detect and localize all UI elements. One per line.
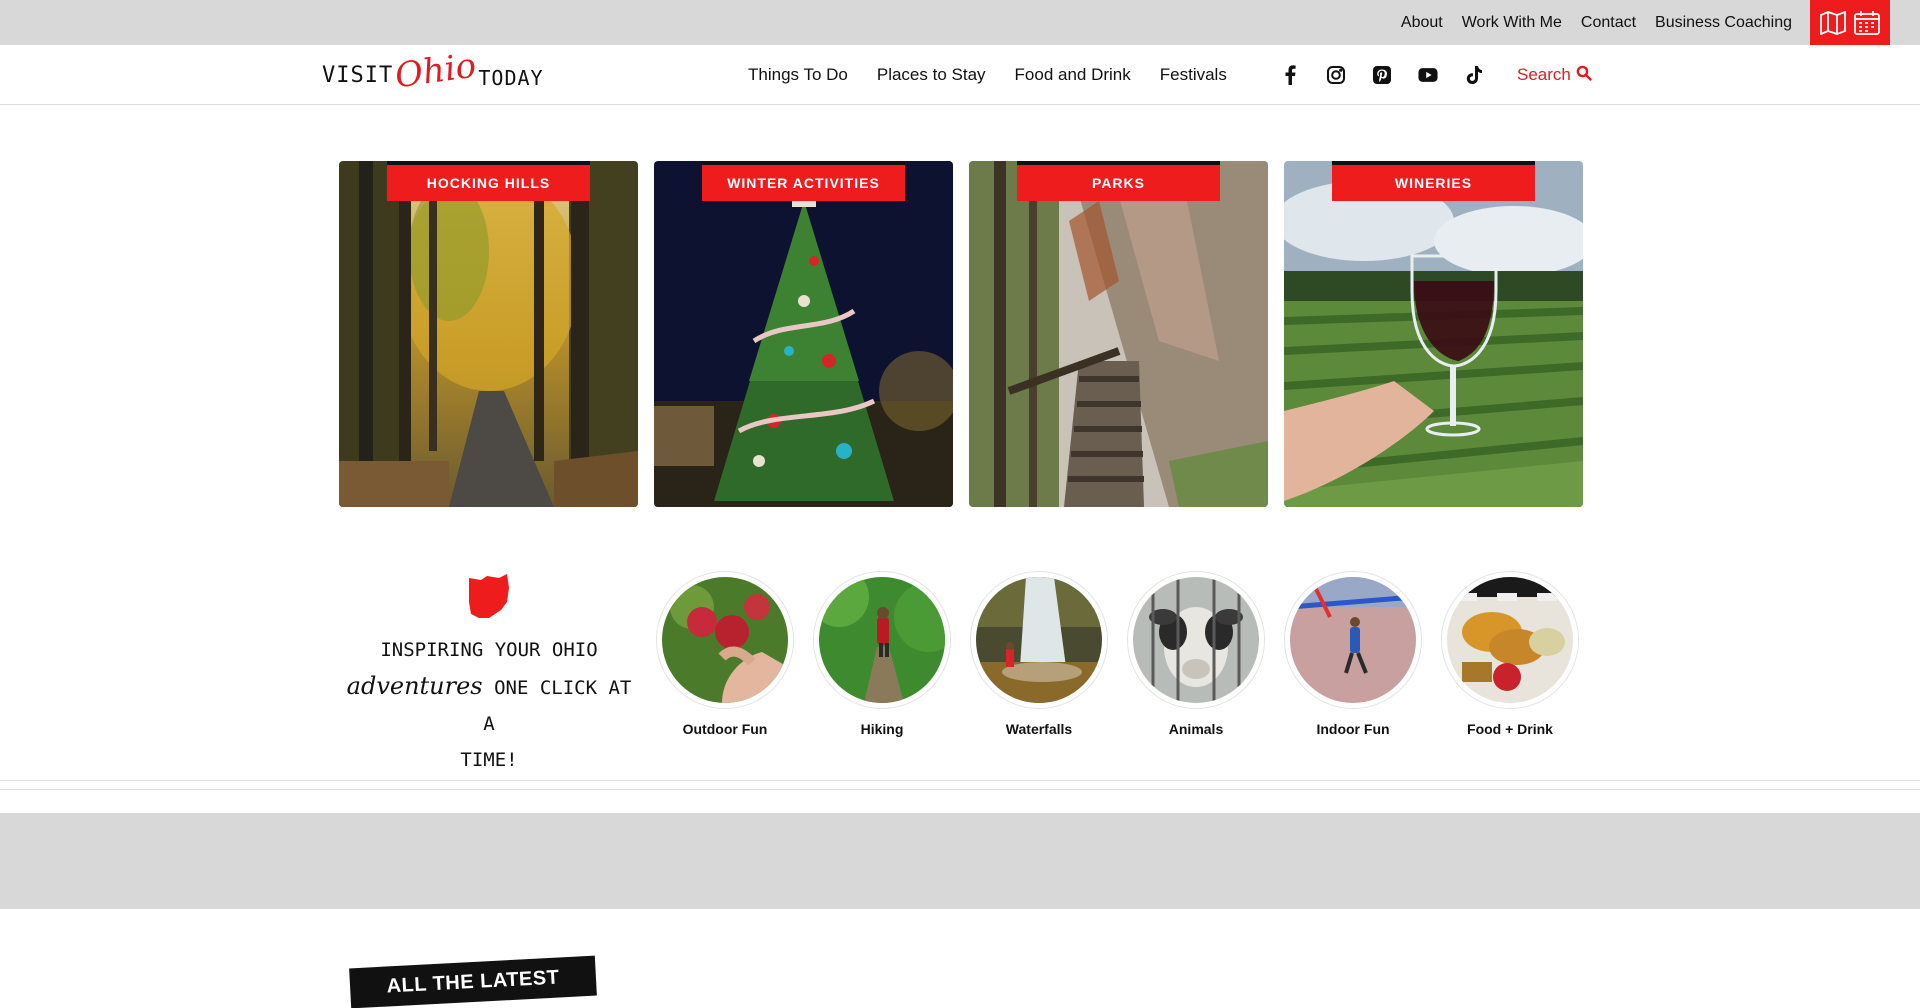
logo-text-today: TODAY [478, 66, 544, 90]
circle-photo-apple-picking [657, 572, 793, 708]
card-label: WINTER ACTIVITIES [702, 161, 905, 201]
tagline-line3: TIME! [460, 749, 518, 771]
tagline-line1: INSPIRING YOUR OHIO [380, 639, 598, 661]
circle-photo-fried-food [1442, 572, 1578, 708]
utility-link-business-coaching[interactable]: Business Coaching [1655, 14, 1792, 32]
circle-photo-goat [1128, 572, 1264, 708]
circle-outdoor-fun[interactable]: Outdoor Fun [657, 572, 793, 737]
circle-waterfalls[interactable]: Waterfalls [971, 572, 1107, 737]
card-parks[interactable]: PARKS [969, 161, 1268, 507]
main-nav: Things To Do Places to Stay Food and Dri… [748, 45, 1227, 105]
circle-label: Waterfalls [1005, 721, 1073, 737]
card-photo-vineyard-wine [1284, 161, 1583, 507]
promo-band [0, 813, 1920, 909]
card-label: HOCKING HILLS [387, 161, 590, 201]
circle-label: Indoor Fun [1316, 721, 1390, 737]
card-photo-christmas-tree [654, 161, 953, 507]
nav-places-to-stay[interactable]: Places to Stay [877, 65, 986, 85]
featured-categories: HOCKING HILLS WINTER ACTIVITIES PARKS WI… [339, 161, 1583, 507]
pinterest-icon[interactable] [1372, 65, 1392, 85]
section-divider [0, 780, 1920, 790]
ohio-state-icon [469, 574, 509, 618]
circle-label: Animals [1168, 721, 1224, 737]
logo-text-visit: VISIT [322, 62, 394, 88]
nav-things-to-do[interactable]: Things To Do [748, 65, 848, 85]
search-icon [1576, 65, 1592, 86]
site-logo[interactable]: VISIT Ohio TODAY [322, 45, 543, 101]
search-label: Search [1517, 65, 1571, 84]
main-header: VISIT Ohio TODAY Things To Do Places to … [0, 45, 1920, 105]
circle-label: Hiking [860, 721, 904, 737]
utility-nav: About Work With Me Contact Business Coac… [1401, 0, 1792, 45]
circle-photo-hiking-trail [814, 572, 950, 708]
circle-animals[interactable]: Animals [1128, 572, 1264, 737]
card-hocking-hills[interactable]: HOCKING HILLS [339, 161, 638, 507]
circle-photo-waterfall [971, 572, 1107, 708]
circle-label: Food + Drink [1467, 721, 1553, 737]
card-winter-activities[interactable]: WINTER ACTIVITIES [654, 161, 953, 507]
youtube-icon[interactable] [1418, 65, 1438, 85]
social-links [1280, 45, 1484, 105]
card-label: WINERIES [1332, 161, 1535, 201]
facebook-icon[interactable] [1280, 65, 1300, 85]
tagline-script-word: adventures [346, 672, 483, 700]
card-label: PARKS [1017, 161, 1220, 201]
circle-label: Outdoor Fun [682, 721, 768, 737]
quick-categories: Outdoor Fun Hiking Waterfalls Animals In… [657, 572, 1578, 737]
utility-link-work-with-me[interactable]: Work With Me [1462, 14, 1562, 32]
calendar-icon[interactable] [1854, 11, 1880, 35]
circle-indoor-fun[interactable]: Indoor Fun [1285, 572, 1421, 737]
circle-food-drink[interactable]: Food + Drink [1442, 572, 1578, 737]
tagline-line2: ONE CLICK AT A [483, 677, 632, 735]
card-wineries[interactable]: WINERIES [1284, 161, 1583, 507]
logo-text-ohio: Ohio [392, 45, 479, 97]
utility-link-contact[interactable]: Contact [1581, 14, 1636, 32]
utility-bar: About Work With Me Contact Business Coac… [0, 0, 1920, 45]
tagline-text: INSPIRING YOUR OHIO adventures ONE CLICK… [339, 632, 639, 778]
latest-badge: ALL THE LATEST [349, 955, 597, 1008]
utility-link-about[interactable]: About [1401, 14, 1443, 32]
circle-photo-indoor-zipline [1285, 572, 1421, 708]
tiktok-icon[interactable] [1464, 65, 1484, 85]
nav-food-and-drink[interactable]: Food and Drink [1015, 65, 1131, 85]
nav-festivals[interactable]: Festivals [1160, 65, 1227, 85]
tagline-block: INSPIRING YOUR OHIO adventures ONE CLICK… [339, 570, 639, 778]
circle-hiking[interactable]: Hiking [814, 572, 950, 737]
map-icon[interactable] [1820, 11, 1846, 35]
search-button[interactable]: Search [1517, 45, 1592, 105]
instagram-icon[interactable] [1326, 65, 1346, 85]
card-photo-autumn-trail [339, 161, 638, 507]
card-photo-cliff-stairs [969, 161, 1268, 507]
